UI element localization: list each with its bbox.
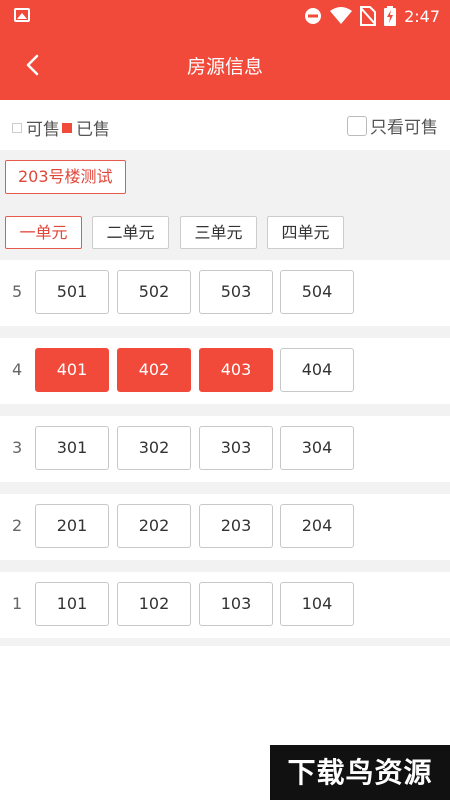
floor-label: 4: [12, 360, 23, 379]
building-tag[interactable]: 203号楼测试: [5, 160, 126, 194]
only-available-toggle[interactable]: 只看可售: [347, 113, 438, 138]
do-not-disturb-icon: [305, 8, 322, 24]
room-button-203[interactable]: 203: [199, 504, 273, 548]
battery-charging-icon: [384, 6, 397, 26]
floor-divider: [0, 326, 450, 338]
available-swatch: [12, 122, 22, 133]
legend-available: 可售: [12, 115, 60, 140]
status-time: 2:47: [404, 6, 440, 26]
legend-sold: 已售: [62, 115, 110, 140]
legend-sold-label: 已售: [76, 120, 110, 140]
room-button-503[interactable]: 503: [199, 270, 273, 314]
page-title: 房源信息: [186, 56, 263, 78]
floor-divider: [0, 482, 450, 494]
room-button-303[interactable]: 303: [199, 426, 273, 470]
legend-row: 可售 已售 只看可售: [0, 100, 450, 150]
room-button-302[interactable]: 302: [117, 426, 191, 470]
floor-label: 2: [12, 516, 23, 535]
unit-tab-3[interactable]: 三单元: [180, 216, 257, 249]
room-button-202[interactable]: 202: [117, 504, 191, 548]
room-button-403[interactable]: 403: [199, 348, 273, 392]
unit-tab-2[interactable]: 二单元: [92, 216, 169, 249]
floor-row-1: 1 101 102 103 104: [0, 572, 450, 638]
room-button-504[interactable]: 504: [280, 270, 354, 314]
room-button-401[interactable]: 401: [35, 348, 109, 392]
floor-divider: [0, 560, 450, 572]
floor-label: 1: [12, 594, 23, 613]
room-button-104[interactable]: 104: [280, 582, 354, 626]
unit-tab-1[interactable]: 一单元: [5, 216, 82, 249]
room-button-102[interactable]: 102: [117, 582, 191, 626]
room-button-501[interactable]: 501: [35, 270, 109, 314]
room-button-404[interactable]: 404: [280, 348, 354, 392]
image-icon: [14, 8, 30, 22]
only-available-label: 只看可售: [370, 118, 438, 138]
room-button-103[interactable]: 103: [199, 582, 273, 626]
floor-row-5: 5 501 502 503 504: [0, 260, 450, 326]
only-available-checkbox[interactable]: [347, 115, 367, 136]
sold-swatch: [62, 122, 72, 133]
app-bar: 房源信息: [0, 30, 450, 100]
status-bar: 2:47: [0, 0, 450, 30]
room-button-301[interactable]: 301: [35, 426, 109, 470]
no-sim-icon: [360, 6, 377, 26]
room-button-201[interactable]: 201: [35, 504, 109, 548]
room-button-304[interactable]: 304: [280, 426, 354, 470]
floor-row-4: 4 401 402 403 404: [0, 338, 450, 404]
status-icons: 2:47: [304, 5, 440, 27]
watermark-logo: 下载鸟资源: [270, 745, 450, 800]
floor-label: 3: [12, 438, 23, 457]
floor-divider: [0, 404, 450, 416]
floor-row-3: 3 301 302 303 304: [0, 416, 450, 482]
unit-tab-4[interactable]: 四单元: [267, 216, 344, 249]
floor-row-2: 2 201 202 203 204: [0, 494, 450, 560]
wifi-icon: [330, 7, 353, 24]
legend-available-label: 可售: [26, 120, 60, 140]
floor-label: 5: [12, 282, 23, 301]
room-button-204[interactable]: 204: [280, 504, 354, 548]
room-button-502[interactable]: 502: [117, 270, 191, 314]
room-button-101[interactable]: 101: [35, 582, 109, 626]
room-button-402[interactable]: 402: [117, 348, 191, 392]
